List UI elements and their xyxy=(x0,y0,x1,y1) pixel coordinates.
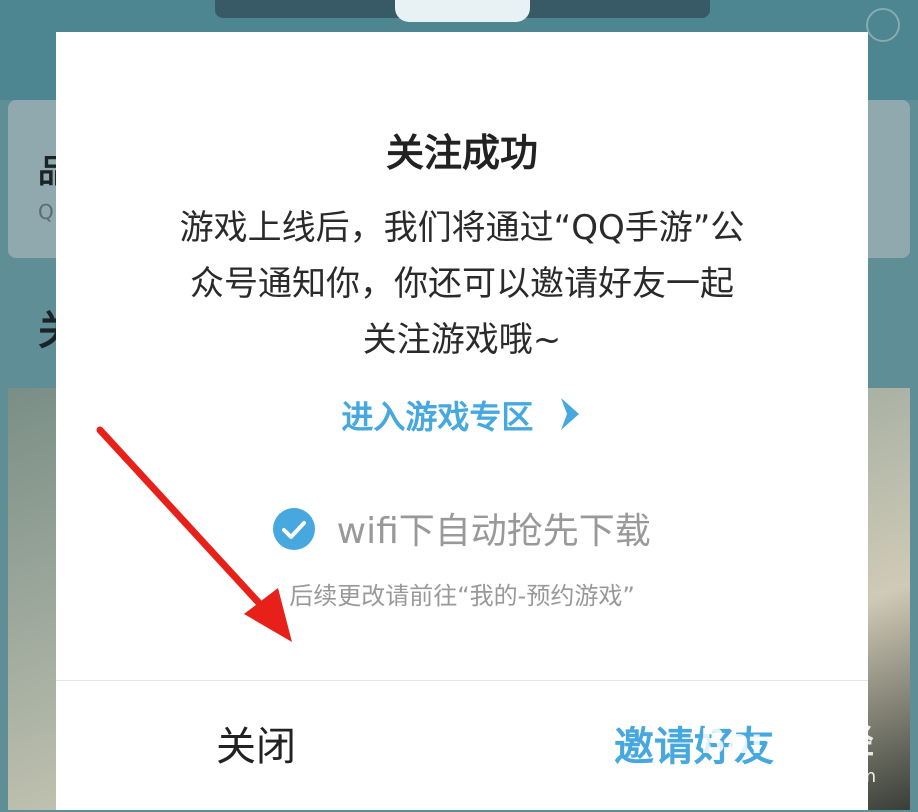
watermark-logo: Bai du 经验 xyxy=(700,722,875,811)
watermark-url: jingyan.baidu.com xyxy=(710,766,877,787)
red-arrow-annotation xyxy=(96,426,292,642)
baidu-jingyan-watermark: Bai du 经验 jingyan.baidu.com xyxy=(700,714,900,811)
